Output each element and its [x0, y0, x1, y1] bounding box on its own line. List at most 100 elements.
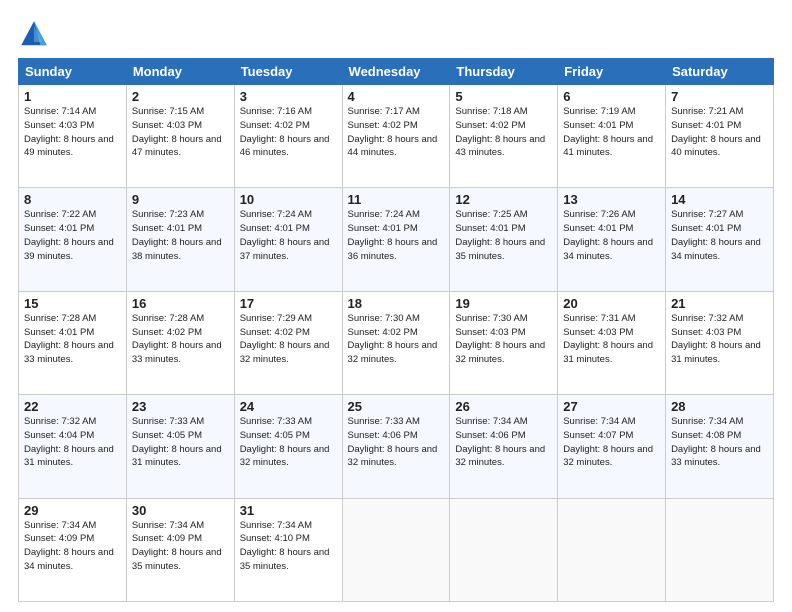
- day-info: Sunrise: 7:34 AMSunset: 4:08 PMDaylight:…: [671, 416, 761, 468]
- day-number: 30: [132, 503, 229, 518]
- day-info: Sunrise: 7:24 AMSunset: 4:01 PMDaylight:…: [348, 209, 438, 261]
- day-number: 17: [240, 296, 337, 311]
- calendar-week-row: 8Sunrise: 7:22 AMSunset: 4:01 PMDaylight…: [19, 188, 774, 291]
- day-info: Sunrise: 7:16 AMSunset: 4:02 PMDaylight:…: [240, 106, 330, 158]
- day-number: 10: [240, 192, 337, 207]
- day-number: 2: [132, 89, 229, 104]
- calendar-cell: 30Sunrise: 7:34 AMSunset: 4:09 PMDayligh…: [126, 498, 234, 601]
- day-info: Sunrise: 7:33 AMSunset: 4:05 PMDaylight:…: [240, 416, 330, 468]
- calendar-cell: 20 Sunrise: 7:31 AMSunset: 4:03 PMDayligh…: [558, 291, 666, 394]
- day-number: 6: [563, 89, 660, 104]
- day-info: Sunrise: 7:24 AMSunset: 4:01 PMDaylight:…: [240, 209, 330, 261]
- calendar-cell: 24 Sunrise: 7:33 AMSunset: 4:05 PMDayligh…: [234, 395, 342, 498]
- day-number: 5: [455, 89, 552, 104]
- calendar-day-header: Thursday: [450, 59, 558, 85]
- day-number: 16: [132, 296, 229, 311]
- calendar-cell: 5 Sunrise: 7:18 AMSunset: 4:02 PMDaylight…: [450, 85, 558, 188]
- logo: [18, 18, 54, 50]
- day-info: Sunrise: 7:17 AMSunset: 4:02 PMDaylight:…: [348, 106, 438, 158]
- calendar-cell: 25 Sunrise: 7:33 AMSunset: 4:06 PMDayligh…: [342, 395, 450, 498]
- calendar-day-header: Wednesday: [342, 59, 450, 85]
- header: [18, 18, 774, 50]
- calendar-week-row: 15 Sunrise: 7:28 AMSunset: 4:01 PMDayligh…: [19, 291, 774, 394]
- day-info: Sunrise: 7:33 AMSunset: 4:06 PMDaylight:…: [348, 416, 438, 468]
- day-info: Sunrise: 7:28 AMSunset: 4:02 PMDaylight:…: [132, 313, 222, 365]
- calendar-cell: 7 Sunrise: 7:21 AMSunset: 4:01 PMDaylight…: [666, 85, 774, 188]
- logo-icon: [18, 18, 50, 50]
- day-number: 7: [671, 89, 768, 104]
- day-number: 11: [348, 192, 445, 207]
- calendar-cell: 16 Sunrise: 7:28 AMSunset: 4:02 PMDayligh…: [126, 291, 234, 394]
- day-number: 12: [455, 192, 552, 207]
- day-number: 20: [563, 296, 660, 311]
- calendar-day-header: Friday: [558, 59, 666, 85]
- calendar-cell: 13 Sunrise: 7:26 AMSunset: 4:01 PMDayligh…: [558, 188, 666, 291]
- day-number: 23: [132, 399, 229, 414]
- day-number: 29: [24, 503, 121, 518]
- day-info: Sunrise: 7:28 AMSunset: 4:01 PMDaylight:…: [24, 313, 114, 365]
- day-info: Sunrise: 7:30 AMSunset: 4:03 PMDaylight:…: [455, 313, 545, 365]
- calendar-cell: 28 Sunrise: 7:34 AMSunset: 4:08 PMDayligh…: [666, 395, 774, 498]
- day-number: 19: [455, 296, 552, 311]
- day-info: Sunrise: 7:21 AMSunset: 4:01 PMDaylight:…: [671, 106, 761, 158]
- day-number: 28: [671, 399, 768, 414]
- calendar-cell: [450, 498, 558, 601]
- calendar-day-header: Tuesday: [234, 59, 342, 85]
- day-number: 15: [24, 296, 121, 311]
- calendar-cell: 3 Sunrise: 7:16 AMSunset: 4:02 PMDaylight…: [234, 85, 342, 188]
- day-info: Sunrise: 7:33 AMSunset: 4:05 PMDaylight:…: [132, 416, 222, 468]
- day-number: 3: [240, 89, 337, 104]
- day-info: Sunrise: 7:34 AMSunset: 4:10 PMDaylight:…: [240, 520, 330, 572]
- day-number: 9: [132, 192, 229, 207]
- day-info: Sunrise: 7:23 AMSunset: 4:01 PMDaylight:…: [132, 209, 222, 261]
- day-info: Sunrise: 7:29 AMSunset: 4:02 PMDaylight:…: [240, 313, 330, 365]
- day-number: 27: [563, 399, 660, 414]
- calendar-cell: 17 Sunrise: 7:29 AMSunset: 4:02 PMDayligh…: [234, 291, 342, 394]
- day-info: Sunrise: 7:30 AMSunset: 4:02 PMDaylight:…: [348, 313, 438, 365]
- day-number: 14: [671, 192, 768, 207]
- day-number: 22: [24, 399, 121, 414]
- calendar-cell: 12 Sunrise: 7:25 AMSunset: 4:01 PMDayligh…: [450, 188, 558, 291]
- day-number: 24: [240, 399, 337, 414]
- calendar-day-header: Monday: [126, 59, 234, 85]
- calendar-week-row: 29 Sunrise: 7:34 AMSunset: 4:09 PMDayligh…: [19, 498, 774, 601]
- calendar-cell: 21 Sunrise: 7:32 AMSunset: 4:03 PMDayligh…: [666, 291, 774, 394]
- day-number: 25: [348, 399, 445, 414]
- calendar-header-row: SundayMondayTuesdayWednesdayThursdayFrid…: [19, 59, 774, 85]
- calendar-cell: 4Sunrise: 7:17 AMSunset: 4:02 PMDaylight…: [342, 85, 450, 188]
- calendar-cell: [666, 498, 774, 601]
- day-info: Sunrise: 7:18 AMSunset: 4:02 PMDaylight:…: [455, 106, 545, 158]
- day-info: Sunrise: 7:34 AMSunset: 4:09 PMDaylight:…: [24, 520, 114, 572]
- calendar-cell: 6 Sunrise: 7:19 AMSunset: 4:01 PMDaylight…: [558, 85, 666, 188]
- calendar-table: SundayMondayTuesdayWednesdayThursdayFrid…: [18, 58, 774, 602]
- day-info: Sunrise: 7:26 AMSunset: 4:01 PMDaylight:…: [563, 209, 653, 261]
- calendar-cell: 1 Sunrise: 7:14 AMSunset: 4:03 PMDaylight…: [19, 85, 127, 188]
- calendar-cell: 10 Sunrise: 7:24 AMSunset: 4:01 PMDayligh…: [234, 188, 342, 291]
- day-info: Sunrise: 7:34 AMSunset: 4:07 PMDaylight:…: [563, 416, 653, 468]
- calendar-cell: 8Sunrise: 7:22 AMSunset: 4:01 PMDaylight…: [19, 188, 127, 291]
- day-info: Sunrise: 7:31 AMSunset: 4:03 PMDaylight:…: [563, 313, 653, 365]
- calendar-cell: 29 Sunrise: 7:34 AMSunset: 4:09 PMDayligh…: [19, 498, 127, 601]
- day-info: Sunrise: 7:34 AMSunset: 4:06 PMDaylight:…: [455, 416, 545, 468]
- calendar-cell: [342, 498, 450, 601]
- day-number: 26: [455, 399, 552, 414]
- calendar-cell: 19 Sunrise: 7:30 AMSunset: 4:03 PMDayligh…: [450, 291, 558, 394]
- calendar-day-header: Saturday: [666, 59, 774, 85]
- day-info: Sunrise: 7:27 AMSunset: 4:01 PMDaylight:…: [671, 209, 761, 261]
- day-info: Sunrise: 7:19 AMSunset: 4:01 PMDaylight:…: [563, 106, 653, 158]
- calendar-cell: [558, 498, 666, 601]
- calendar-cell: 27 Sunrise: 7:34 AMSunset: 4:07 PMDayligh…: [558, 395, 666, 498]
- day-number: 21: [671, 296, 768, 311]
- day-info: Sunrise: 7:25 AMSunset: 4:01 PMDaylight:…: [455, 209, 545, 261]
- day-info: Sunrise: 7:32 AMSunset: 4:04 PMDaylight:…: [24, 416, 114, 468]
- day-number: 13: [563, 192, 660, 207]
- calendar-cell: 22 Sunrise: 7:32 AMSunset: 4:04 PMDayligh…: [19, 395, 127, 498]
- calendar-cell: 23 Sunrise: 7:33 AMSunset: 4:05 PMDayligh…: [126, 395, 234, 498]
- day-info: Sunrise: 7:32 AMSunset: 4:03 PMDaylight:…: [671, 313, 761, 365]
- calendar-cell: 18Sunrise: 7:30 AMSunset: 4:02 PMDayligh…: [342, 291, 450, 394]
- calendar-cell: 2Sunrise: 7:15 AMSunset: 4:03 PMDaylight…: [126, 85, 234, 188]
- day-number: 1: [24, 89, 121, 104]
- calendar-week-row: 22 Sunrise: 7:32 AMSunset: 4:04 PMDayligh…: [19, 395, 774, 498]
- day-info: Sunrise: 7:14 AMSunset: 4:03 PMDaylight:…: [24, 106, 114, 158]
- calendar-week-row: 1 Sunrise: 7:14 AMSunset: 4:03 PMDaylight…: [19, 85, 774, 188]
